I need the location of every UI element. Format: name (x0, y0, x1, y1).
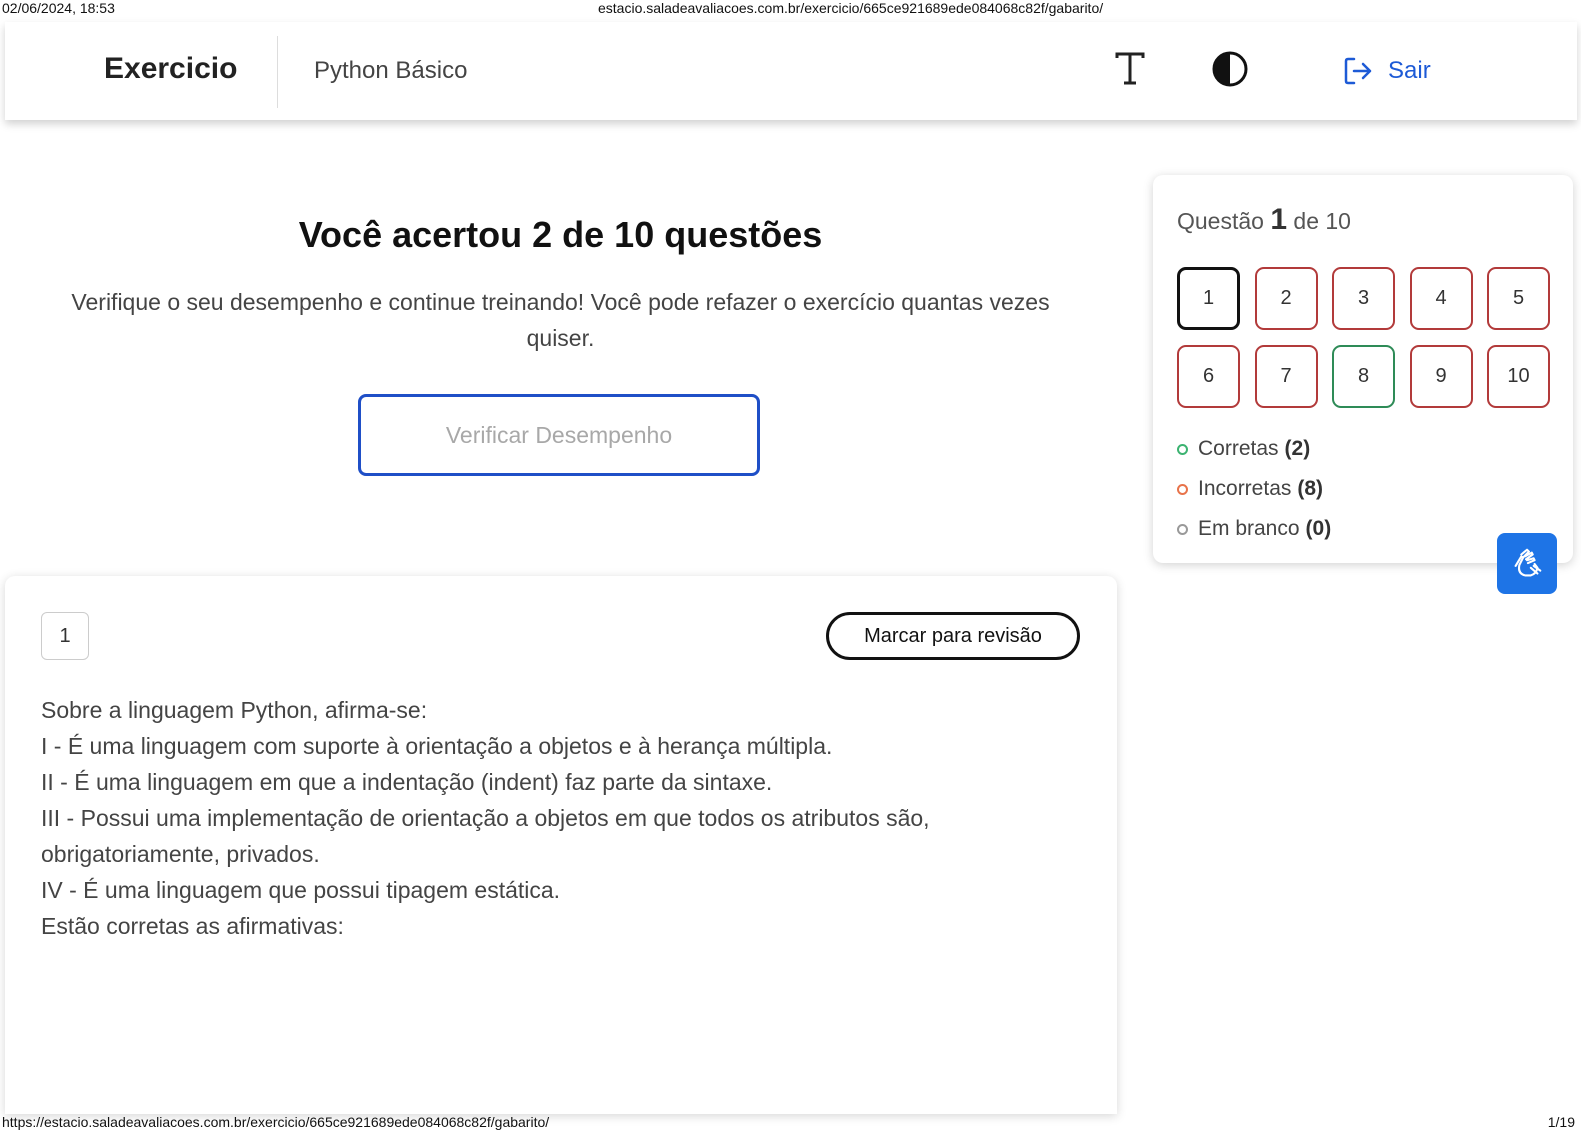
statement-line: I - É uma linguagem com suporte à orient… (41, 733, 833, 759)
question-nav-button[interactable]: 1 (1177, 267, 1240, 330)
course-title: Python Básico (314, 57, 468, 84)
legend-count: (2) (1284, 437, 1311, 460)
question-counter-total: de 10 (1293, 208, 1351, 234)
mark-for-review-button[interactable]: Marcar para revisão (826, 612, 1080, 660)
statement-line: Sobre a linguagem Python, afirma-se: (41, 697, 428, 723)
legend-count: (0) (1305, 517, 1332, 540)
legend-dot-incorrect (1177, 483, 1188, 495)
accessibility-button[interactable] (1497, 533, 1557, 594)
question-nav-button[interactable]: 10 (1487, 345, 1550, 408)
brand-title: Exercicio (104, 52, 238, 85)
question-nav-button[interactable]: 2 (1254, 267, 1318, 330)
legend-count: (8) (1297, 477, 1324, 500)
question-nav-button[interactable]: 6 (1177, 345, 1240, 408)
print-header-url: estacio.saladeavaliacoes.com.br/exercici… (598, 0, 1104, 16)
question-card: 1 Marcar para revisão Sobre a linguagem … (5, 576, 1117, 1114)
question-counter: Questão 1 de 10 (1177, 203, 1351, 237)
legend-dot-blank (1177, 523, 1188, 535)
sign-language-icon (1514, 548, 1542, 576)
verify-performance-button[interactable]: Verificar Desempenho (358, 394, 760, 476)
question-nav-button[interactable]: 5 (1487, 267, 1550, 330)
question-nav-button[interactable]: 4 (1409, 267, 1473, 330)
status-legend: Corretas (2) Incorretas (8) Em branco (0… (1177, 429, 1331, 549)
question-statement: Sobre a linguagem Python, afirma-se: I -… (41, 692, 1061, 944)
statement-line: II - É uma linguagem em que a indentação… (41, 769, 773, 795)
print-header: 02/06/2024, 18:53 estacio.saladeavaliaco… (0, 0, 1581, 16)
legend-label: Incorretas (1198, 477, 1292, 500)
legend-blank: Em branco (0) (1177, 509, 1331, 549)
question-counter-current: 1 (1270, 203, 1288, 236)
legend-label: Corretas (1198, 437, 1279, 460)
statement-line: Estão corretas as afirmativas: (41, 913, 344, 939)
logout-icon (1344, 57, 1372, 85)
question-nav-button[interactable]: 7 (1254, 345, 1318, 408)
question-navigator-panel: Questão 1 de 10 1 2 3 4 5 6 7 8 9 10 Cor… (1153, 175, 1573, 563)
legend-incorrect: Incorretas (8) (1177, 469, 1331, 509)
statement-line: IV - É uma linguagem que possui tipagem … (41, 877, 561, 903)
logout-button[interactable]: Sair (1342, 55, 1431, 87)
question-nav-button[interactable]: 9 (1409, 345, 1473, 408)
contrast-icon[interactable] (1211, 50, 1249, 88)
result-description: Verifique o seu desempenho e continue tr… (71, 289, 1050, 351)
logout-label: Sair (1388, 57, 1431, 84)
question-number-badge: 1 (41, 612, 89, 660)
result-title: Você acertou 2 de 10 questões (298, 214, 823, 255)
print-page-number: 1/19 (1547, 1114, 1575, 1130)
print-datetime: 02/06/2024, 18:53 (2, 0, 115, 16)
statement-line: III - Possui uma implementação de orient… (41, 805, 930, 867)
top-nav-bar: Exercicio Python Básico Sair (5, 22, 1577, 120)
font-size-icon[interactable] (1113, 50, 1147, 88)
question-counter-label: Questão (1177, 208, 1264, 234)
legend-dot-correct (1177, 443, 1188, 455)
question-grid: 1 2 3 4 5 6 7 8 9 10 (1177, 267, 1553, 408)
question-nav-button[interactable]: 8 (1332, 345, 1395, 408)
nav-divider (277, 36, 278, 108)
print-footer-url: https://estacio.saladeavaliacoes.com.br/… (2, 1114, 550, 1130)
legend-label: Em branco (1198, 517, 1300, 540)
legend-correct: Corretas (2) (1177, 429, 1331, 469)
question-nav-button[interactable]: 3 (1332, 267, 1395, 330)
print-footer: https://estacio.saladeavaliacoes.com.br/… (0, 1114, 1581, 1132)
